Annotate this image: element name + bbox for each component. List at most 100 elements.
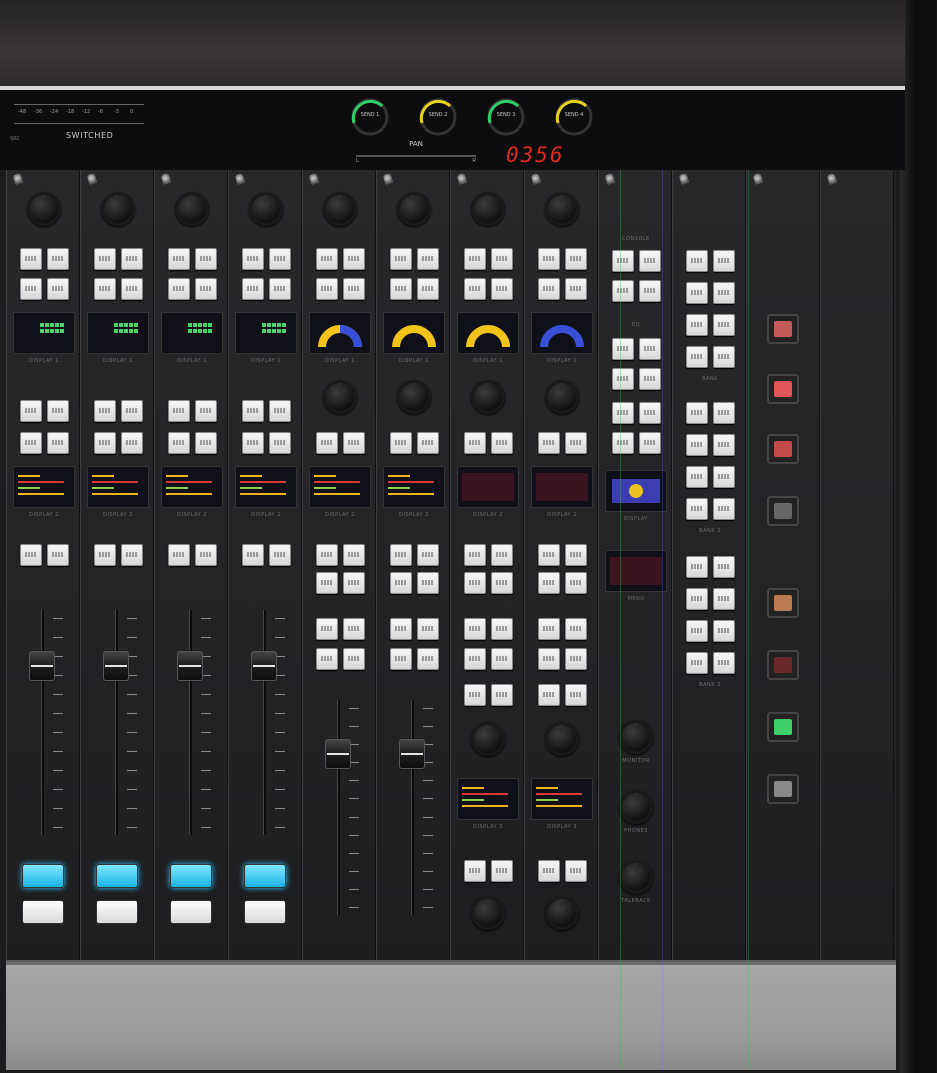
channel-button[interactable] [316,278,338,300]
fader-knob[interactable] [29,650,55,681]
channel-button[interactable] [565,648,587,670]
bank-button[interactable] [686,498,708,520]
bank-button[interactable] [713,346,735,368]
channel-button[interactable] [390,432,412,454]
channel-button[interactable] [417,278,439,300]
channel-button[interactable] [316,432,338,454]
tile-2-icon[interactable] [767,374,799,404]
utility-button[interactable] [612,280,634,302]
rotary-knob[interactable] [471,192,505,226]
channel-button[interactable] [565,860,587,882]
tile-4-icon[interactable] [767,496,799,526]
channel-button[interactable] [565,572,587,594]
channel-button[interactable] [538,684,560,706]
channel-button[interactable] [464,860,486,882]
channel-button[interactable] [417,572,439,594]
bank-button[interactable] [713,314,735,336]
channel-button[interactable] [565,618,587,640]
bank-button[interactable] [713,402,735,424]
channel-button[interactable] [464,278,486,300]
bank-button[interactable] [713,652,735,674]
bank-button[interactable] [686,402,708,424]
bank-button[interactable] [713,498,735,520]
bank-button[interactable] [686,588,708,610]
channel-button[interactable] [195,432,217,454]
send-4-knob[interactable]: SEND 4 [548,98,600,136]
rotary-knob[interactable] [619,790,653,824]
select-button[interactable] [244,864,286,888]
channel-button[interactable] [269,248,291,270]
channel-button[interactable] [491,860,513,882]
channel-button[interactable] [343,248,365,270]
utility-button[interactable] [639,338,661,360]
channel-button[interactable] [20,278,42,300]
utility-button[interactable] [639,432,661,454]
channel-button[interactable] [269,278,291,300]
channel-button[interactable] [491,572,513,594]
utility-button[interactable] [639,250,661,272]
channel-button[interactable] [269,400,291,422]
channel-button[interactable] [94,248,116,270]
rotary-knob[interactable] [545,896,579,930]
pan-slider-track[interactable] [356,155,476,157]
channel-button[interactable] [168,432,190,454]
bank-button[interactable] [713,588,735,610]
channel-button[interactable] [121,248,143,270]
channel-button[interactable] [538,860,560,882]
bank-button[interactable] [713,466,735,488]
channel-button[interactable] [94,278,116,300]
rotary-knob[interactable] [545,380,579,414]
rotary-knob[interactable] [545,192,579,226]
bank-button[interactable] [713,556,735,578]
bank-button[interactable] [713,434,735,456]
rotary-knob[interactable] [27,192,61,226]
bank-button[interactable] [686,250,708,272]
channel-button[interactable] [538,648,560,670]
rotary-knob[interactable] [471,722,505,756]
channel-button[interactable] [316,648,338,670]
fader-knob[interactable] [103,650,129,681]
channel-button[interactable] [464,248,486,270]
bank-button[interactable] [713,250,735,272]
channel-button[interactable] [343,618,365,640]
channel-button[interactable] [47,400,69,422]
utility-button[interactable] [612,250,634,272]
channel-button[interactable] [538,248,560,270]
channel-button[interactable] [168,544,190,566]
bank-button[interactable] [686,466,708,488]
rotary-knob[interactable] [101,192,135,226]
channel-button[interactable] [242,544,264,566]
channel-button[interactable] [316,544,338,566]
rotary-knob[interactable] [471,380,505,414]
bank-button[interactable] [686,434,708,456]
utility-button[interactable] [639,402,661,424]
channel-button[interactable] [417,432,439,454]
rotary-knob[interactable] [619,860,653,894]
fader-knob[interactable] [325,738,351,769]
channel-button[interactable] [20,544,42,566]
channel-button[interactable] [491,432,513,454]
channel-button[interactable] [491,278,513,300]
channel-button[interactable] [47,248,69,270]
select-button[interactable] [170,864,212,888]
channel-button[interactable] [168,400,190,422]
channel-button[interactable] [20,432,42,454]
channel-button[interactable] [343,278,365,300]
channel-button[interactable] [20,400,42,422]
channel-button[interactable] [565,248,587,270]
channel-button[interactable] [316,248,338,270]
channel-button[interactable] [195,400,217,422]
channel-button[interactable] [390,572,412,594]
channel-button[interactable] [121,400,143,422]
send-3-knob[interactable]: SEND 3 [480,98,532,136]
rotary-knob[interactable] [397,192,431,226]
channel-button[interactable] [565,544,587,566]
channel-button[interactable] [464,618,486,640]
fader-knob[interactable] [251,650,277,681]
channel-button[interactable] [195,544,217,566]
channel-button[interactable] [269,432,291,454]
channel-button[interactable] [538,618,560,640]
channel-button[interactable] [121,278,143,300]
tile-5-icon[interactable] [767,588,799,618]
channel-button[interactable] [168,248,190,270]
